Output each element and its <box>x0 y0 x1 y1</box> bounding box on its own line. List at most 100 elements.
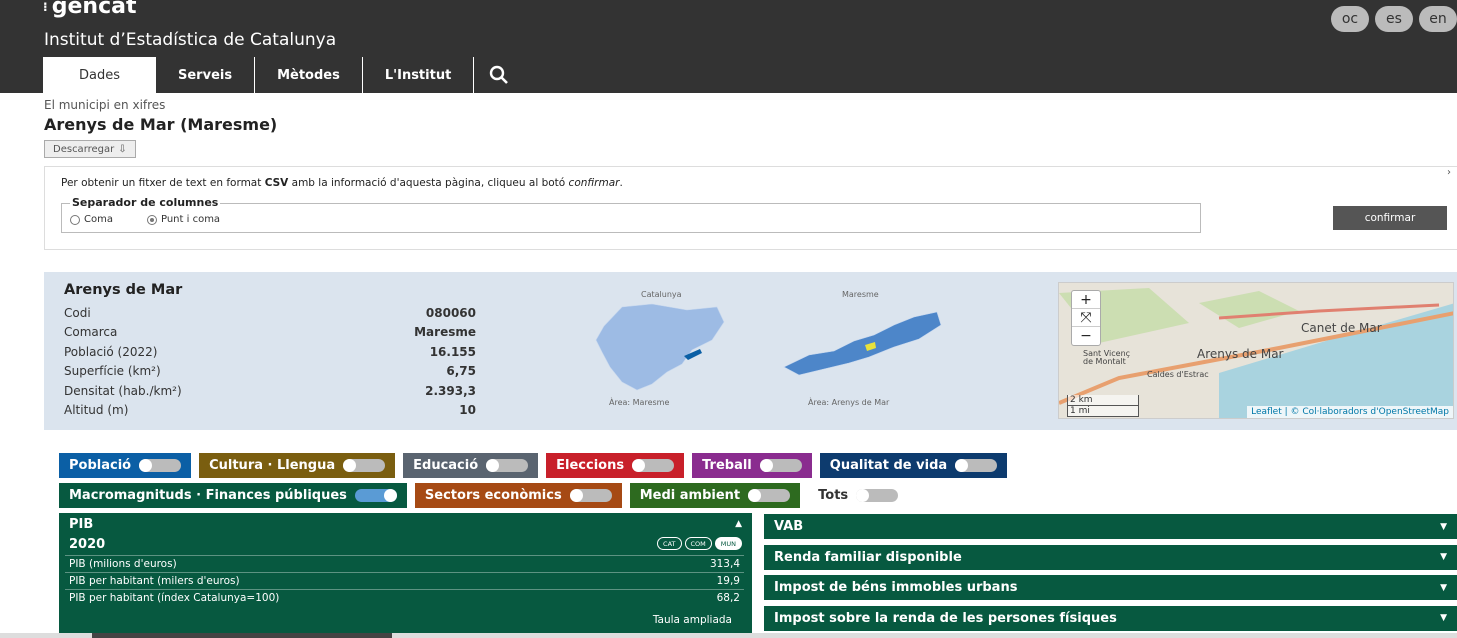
topic-chip[interactable]: Qualitat de vida <box>819 453 1008 478</box>
topic-chip[interactable]: Treball <box>692 453 812 478</box>
pib-row-value: 68,2 <box>716 592 740 604</box>
pib-row-value: 19,9 <box>716 575 740 587</box>
radio-punt-dot[interactable] <box>146 214 157 225</box>
csv-panel: Per obtenir un fitxer de text en format … <box>44 166 1457 250</box>
scope-pills: CAT COM MUN <box>657 537 742 550</box>
gencat-logo[interactable]: ⁝ gencat <box>43 0 136 19</box>
accordion-header[interactable]: VAB ▼ <box>764 514 1457 539</box>
expand-caret-icon: ▼ <box>1440 552 1447 562</box>
info-label: Altitud (m) <box>64 403 129 418</box>
institute-name[interactable]: Institut d’Estadística de Catalunya <box>44 30 336 50</box>
accordion-header[interactable]: Impost sobre la renda de les persones fí… <box>764 605 1457 631</box>
toggle-switch[interactable] <box>748 489 791 502</box>
toggle-switch[interactable] <box>856 489 899 502</box>
horizontal-scrollbar[interactable] <box>0 633 1457 638</box>
info-value: Maresme <box>414 325 476 340</box>
topic-chip-label: Cultura · Llengua <box>209 458 336 473</box>
topic-chip[interactable]: Eleccions <box>546 453 685 478</box>
extended-table-link[interactable]: Taula ampliada <box>653 614 732 626</box>
pill-mun[interactable]: MUN <box>714 537 742 550</box>
search-button[interactable] <box>474 57 524 93</box>
pill-com[interactable]: COM <box>684 537 712 550</box>
info-value: 080060 <box>425 305 476 320</box>
map-maresme-title: Maresme <box>842 290 879 299</box>
topic-chip[interactable]: Educació <box>403 453 539 478</box>
download-icon: ⇩ <box>118 143 127 155</box>
info-row: Població (2022) 16.155 <box>64 342 476 362</box>
toggle-switch[interactable] <box>486 459 529 472</box>
tab-serveis[interactable]: Serveis <box>156 57 256 93</box>
pib-row-label: PIB per habitant (milers d'euros) <box>69 575 240 587</box>
info-row: Comarca Maresme <box>64 323 476 343</box>
csv-instructions: Per obtenir un fitxer de text en format … <box>61 177 623 189</box>
main-nav: Dades Serveis Mètodes L'Institut <box>43 57 524 93</box>
info-label: Densitat (hab./km²) <box>64 383 182 398</box>
topic-chip[interactable]: Població <box>59 453 192 478</box>
info-row: Altitud (m) 10 <box>64 401 476 421</box>
tab-metodes[interactable]: Mètodes <box>255 57 363 93</box>
expand-caret-icon: ▼ <box>1440 521 1447 532</box>
radio-coma-dot[interactable] <box>70 214 80 225</box>
lang-es[interactable]: es <box>1375 6 1413 32</box>
toggle-switch[interactable] <box>343 459 386 472</box>
chevron-right-icon: › <box>1447 167 1451 178</box>
info-label: Població (2022) <box>64 344 158 359</box>
topic-chip[interactable]: Sectors econòmics <box>414 483 622 508</box>
map-label-montalt: de Montalt <box>1083 357 1126 366</box>
pib-title[interactable]: PIB <box>69 517 93 532</box>
toggle-switch[interactable] <box>354 489 397 502</box>
tab-dades[interactable]: Dades <box>43 57 156 93</box>
info-label: Superfície (km²) <box>64 364 161 379</box>
info-value: 10 <box>459 403 476 418</box>
topic-chip[interactable]: Macromagnituds · Finances públiques <box>59 483 407 508</box>
radio-coma[interactable]: Coma <box>70 214 113 225</box>
zoom-in-button[interactable]: + <box>1072 291 1100 309</box>
toggle-switch[interactable] <box>139 459 182 472</box>
confirm-button[interactable]: confirmar <box>1333 206 1447 230</box>
info-row: Densitat (hab./km²) 2.393,3 <box>64 381 476 401</box>
breadcrumb[interactable]: El municipi en xifres <box>44 98 165 112</box>
map-label-caldes: Caldes d'Estrac <box>1147 370 1209 379</box>
fullscreen-icon[interactable]: ⤧ <box>1072 309 1100 327</box>
lang-oc[interactable]: oc <box>1331 6 1369 32</box>
map-attribution[interactable]: Leaflet | © Col·laboradors d'OpenStreetM… <box>1247 406 1453 418</box>
topic-chip-label: Educació <box>413 458 479 473</box>
zoom-out-button[interactable]: − <box>1072 327 1100 345</box>
download-button[interactable]: Descarregar ⇩ <box>44 140 136 158</box>
download-label: Descarregar <box>53 143 115 155</box>
radio-punt-i-coma[interactable]: Punt i coma <box>146 214 220 225</box>
scrollbar-thumb[interactable] <box>92 633 392 638</box>
topic-chip[interactable]: Medi ambient <box>629 483 801 508</box>
topic-chip-label: Macromagnituds · Finances públiques <box>69 488 347 503</box>
map-maresme[interactable] <box>779 307 944 379</box>
site-header: ⁝ gencat Institut d’Estadística de Catal… <box>0 0 1457 93</box>
map-label-canet: Canet de Mar <box>1301 321 1382 335</box>
map-catalunya-title: Catalunya <box>641 290 682 299</box>
toggle-switch[interactable] <box>759 459 802 472</box>
leaflet-map[interactable]: + ⤧ − Canet de Mar Sant Vicenç de Montal… <box>1058 282 1454 419</box>
map-label-arenys: Arenys de Mar <box>1197 347 1284 361</box>
expand-caret-icon: ▼ <box>1440 613 1447 623</box>
zoom-controls: + ⤧ − <box>1071 290 1101 346</box>
collapse-caret-icon[interactable]: ▲ <box>735 519 742 529</box>
topic-filters: Població Cultura · Llengua Educació Eleccio… <box>59 453 1159 513</box>
accordion-header[interactable]: Impost de béns immobles urbans ▼ <box>764 575 1457 600</box>
topic-chip-label: Medi ambient <box>639 488 741 503</box>
toggle-switch[interactable] <box>955 459 998 472</box>
topic-chip-label: Qualitat de vida <box>829 458 948 473</box>
map-maresme-caption: Àrea: Arenys de Mar <box>808 398 890 407</box>
accordion-header[interactable]: Renda familiar disponible ▼ <box>764 544 1457 570</box>
pib-row-label: PIB per habitant (índex Catalunya=100) <box>69 592 280 604</box>
accordion-title: VAB <box>774 519 804 534</box>
topic-chip[interactable]: Tots <box>808 483 908 508</box>
tab-institut[interactable]: L'Institut <box>363 57 475 93</box>
pill-cat[interactable]: CAT <box>657 537 682 550</box>
toggle-switch[interactable] <box>569 489 612 502</box>
topic-chip[interactable]: Cultura · Llengua <box>199 453 396 478</box>
lang-en[interactable]: en <box>1419 6 1457 32</box>
toggle-switch[interactable] <box>632 459 675 472</box>
map-catalunya[interactable] <box>592 302 732 392</box>
info-value: 2.393,3 <box>425 383 476 398</box>
topic-chip-label: Població <box>69 458 132 473</box>
pib-row: PIB per habitant (milers d'euros) 19,9 <box>65 572 744 589</box>
